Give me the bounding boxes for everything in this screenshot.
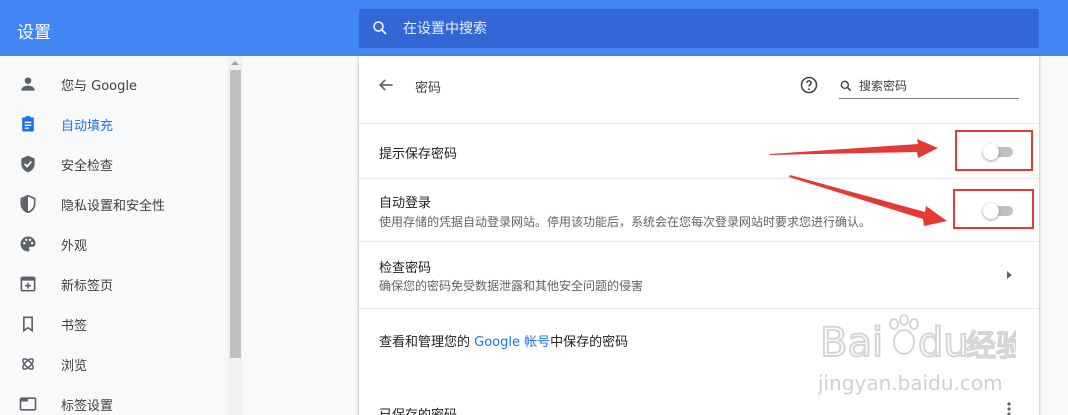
annotation-arrow-2 <box>789 175 947 226</box>
svg-text:du: du <box>918 320 969 366</box>
baidu-watermark: Bai du 经验 jingyan.baidu.com <box>817 314 1016 395</box>
svg-text:Bai: Bai <box>820 320 883 366</box>
svg-text:经验: 经验 <box>966 329 1016 364</box>
annotation-arrow-1 <box>770 139 938 158</box>
svg-text:jingyan.baidu.com: jingyan.baidu.com <box>817 371 1003 395</box>
